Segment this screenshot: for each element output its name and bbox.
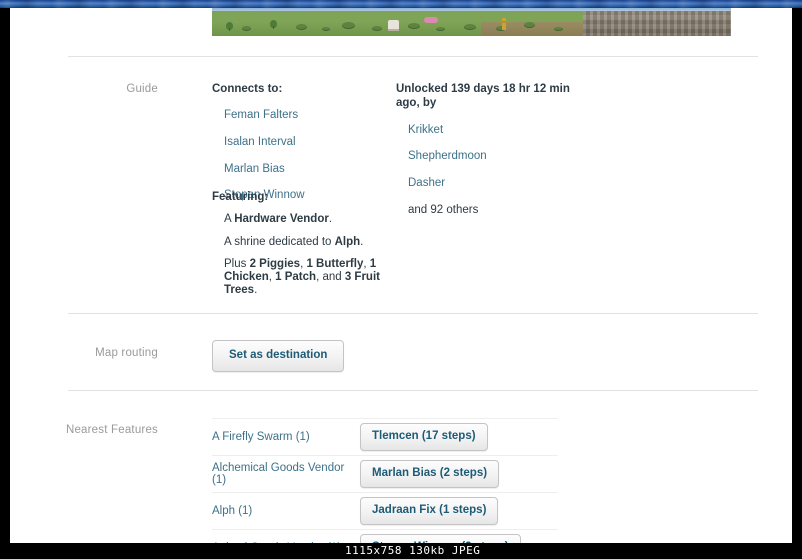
shrine-deity: Alph	[334, 235, 361, 248]
nearest-features-table: A Firefly Swarm (1) Tlemcen (17 steps) A…	[212, 418, 558, 543]
text: , and	[316, 270, 345, 283]
banner-scarecrow	[499, 18, 509, 30]
text: .	[360, 235, 364, 248]
divider-above-map-routing	[68, 313, 758, 314]
list-item: Feman Falters	[224, 105, 390, 132]
banner-bush	[554, 27, 563, 31]
text: A	[224, 213, 235, 226]
unlocked-title: Unlocked 139 days 18 hr 12 min ago, by	[396, 83, 570, 110]
set-as-destination-button[interactable]: Set as destination	[212, 340, 345, 372]
feature-destination-button[interactable]: Tlemcen (17 steps)	[360, 423, 488, 451]
table-row: A Firefly Swarm (1) Tlemcen (17 steps)	[212, 418, 558, 455]
banner-bush	[408, 23, 420, 29]
feature-name-link[interactable]: Alchemical Goods Vendor (1)	[212, 462, 360, 486]
text: A shrine dedicated to	[224, 235, 335, 248]
unlocker-link[interactable]: Shepherdmoon	[408, 150, 487, 162]
connects-link[interactable]: Marlan Bias	[224, 163, 285, 175]
banner-bush	[322, 27, 330, 31]
viewer-status-bar: 1115x758 130kb JPEG	[0, 543, 802, 559]
unlocker-others-count: and 92 others	[408, 203, 479, 216]
table-row: Animal Goods Vendor (1) Stopan Winnow (2…	[212, 529, 558, 543]
featuring-line-plus: Plus 2 Piggies, 1 Butterfly, 1 Chicken, …	[224, 258, 394, 297]
banner-bush	[342, 22, 355, 29]
text: Plus	[224, 257, 250, 270]
divider-above-nearest-features	[68, 390, 758, 391]
table-row: Alph (1) Jadraan Fix (1 steps)	[212, 492, 558, 529]
banner-bush	[436, 27, 445, 31]
list-item: and 92 others	[408, 200, 596, 227]
divider-above-guide	[68, 56, 758, 57]
guide-featuring-block: Featuring: A Hardware Vendor. A shrine d…	[212, 190, 394, 296]
text: .	[328, 213, 333, 226]
banner-tree	[270, 20, 277, 29]
connects-link[interactable]: Isalan Interval	[224, 136, 296, 148]
image-viewer: Guide Connects to: Feman Falters Isalan …	[0, 0, 802, 559]
guide-unlocked-block: Unlocked 139 days 18 hr 12 min ago, by K…	[396, 82, 596, 226]
feature-count: 2 Piggies	[249, 257, 301, 270]
nearest-features-section-label: Nearest Features	[65, 424, 158, 436]
banner-tree	[226, 22, 233, 31]
unlocker-link[interactable]: Krikket	[408, 124, 443, 136]
guide-section-label: Guide	[126, 83, 158, 95]
unlocked-by-list: Krikket Shepherdmoon Dasher and 92 other…	[396, 120, 596, 226]
list-item: Isalan Interval	[224, 132, 390, 159]
vendor-name: Hardware Vendor	[234, 213, 329, 226]
feature-count: 1 Butterfly	[306, 257, 364, 270]
banner-bush	[524, 22, 535, 28]
featuring-line-shrine: A shrine dedicated to Alph.	[224, 236, 394, 249]
feature-name-link[interactable]: A Firefly Swarm (1)	[212, 431, 360, 443]
list-item: Marlan Bias	[224, 159, 390, 186]
feature-destination-button[interactable]: Marlan Bias (2 steps)	[360, 460, 500, 488]
featuring-title: Featuring:	[212, 191, 269, 203]
banner-rock-wall	[583, 11, 731, 36]
banner-flower-patch	[424, 17, 438, 23]
map-routing-section-label: Map routing	[95, 347, 158, 359]
feature-count: 1 Patch	[275, 270, 317, 283]
feature-destination-button[interactable]: Jadraan Fix (1 steps)	[360, 497, 499, 525]
banner-bush	[372, 26, 382, 31]
table-row: Alchemical Goods Vendor (1) Marlan Bias …	[212, 455, 558, 492]
text: .	[254, 283, 258, 296]
connects-to-title: Connects to:	[212, 83, 283, 95]
window-chrome-strip	[0, 0, 802, 8]
page-canvas: Guide Connects to: Feman Falters Isalan …	[10, 8, 792, 543]
banner-bush	[464, 24, 476, 30]
list-item: Dasher	[408, 173, 596, 200]
list-item: Krikket	[408, 120, 596, 147]
unlocker-link[interactable]: Dasher	[408, 177, 445, 189]
image-info-text: 1115x758 130kb JPEG	[345, 544, 481, 557]
featuring-line-vendor: A Hardware Vendor.	[224, 213, 394, 226]
banner-hut	[388, 20, 399, 31]
feature-name-link[interactable]: Alph (1)	[212, 505, 360, 517]
list-item: Shepherdmoon	[408, 146, 596, 173]
feature-destination-button[interactable]: Stopan Winnow (2 steps)	[360, 534, 521, 543]
connects-link[interactable]: Feman Falters	[224, 109, 298, 121]
banner-bush	[242, 26, 251, 31]
location-banner-image	[212, 8, 731, 36]
banner-bush	[296, 24, 307, 30]
